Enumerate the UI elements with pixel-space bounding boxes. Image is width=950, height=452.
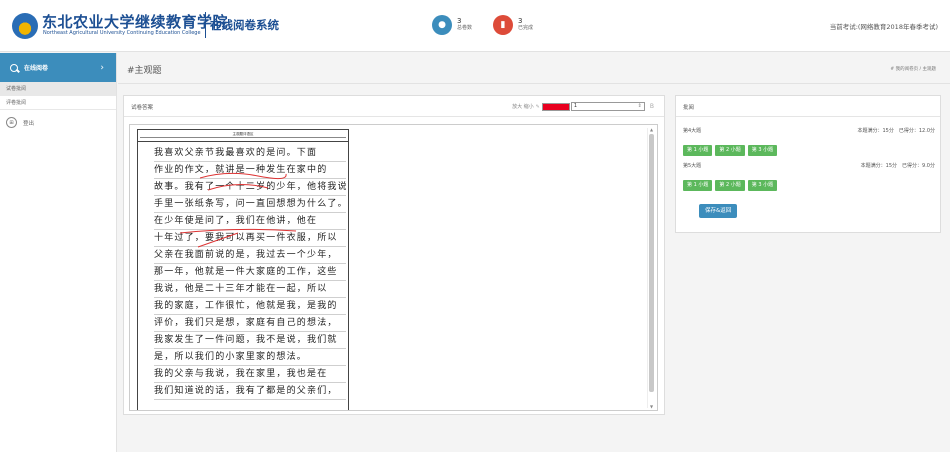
sub-question-button[interactable]: 第 2 小题 (715, 180, 745, 191)
logo-divider (205, 12, 206, 38)
answer-panel-header: 试卷答案 放大 缩小 ✎ 1 ⇕ B (124, 96, 664, 117)
handwriting-line: 那一年，他就是一件大家庭的工作，这些 (154, 265, 346, 281)
pen-size-value: 1 (573, 103, 578, 109)
pen-color-picker[interactable] (541, 102, 570, 111)
red-annotation-mark (179, 228, 297, 248)
search-icon (10, 63, 18, 72)
user-icon: ● (432, 15, 452, 35)
handwriting-line: 我说，他是二十三年才能在一起，所以 (154, 282, 346, 298)
bold-toggle[interactable]: B (650, 103, 654, 110)
question-score-summary: 本题满分：15分 已得分：9.0分 (860, 163, 935, 169)
logout-label: 登出 (23, 120, 35, 127)
stat-total-count: 3 (457, 17, 462, 25)
stat-done-count: 3 (518, 17, 523, 25)
answer-sheet-image: 主观题评语区 我喜欢父亲节我最喜欢的是问。下面 作业的作文，就讲是一种发生在家中… (137, 129, 349, 410)
handwriting-line: 我喜欢父亲节我最喜欢的是问。下面 (154, 146, 346, 162)
zoom-controls[interactable]: 放大 缩小 (512, 103, 534, 110)
question-row: 第4大题 本题满分：15分 已得分：12.0分 (683, 127, 935, 134)
scroll-down-icon[interactable]: ▼ (648, 404, 655, 409)
sheet-header: 主观题评语区 (138, 130, 348, 142)
question-row: 第5大题 本题满分：15分 已得分：9.0分 (683, 162, 935, 169)
current-exam: 当前考试:(网络教育2018年春季考试) (829, 23, 938, 31)
sidebar-item-grading-review[interactable]: 评卷批阅 (0, 96, 116, 110)
school-name-cn: 东北农业大学继续教育学院 (42, 13, 229, 31)
sub-question-button[interactable]: 第 3 小题 (747, 145, 778, 156)
system-title: 在线阅卷系统 (210, 18, 279, 32)
pen-size-input[interactable]: 1 ⇕ (570, 102, 645, 111)
top-header: 东北农业大学继续教育学院 Northeast Agricultural Univ… (0, 0, 950, 52)
logout-icon: ⊞ (6, 117, 17, 128)
stat-total-label: 总卷数 (457, 25, 473, 31)
sidebar-menu-toggle[interactable]: 在线阅卷 › (0, 53, 116, 82)
sidebar: 在线阅卷 › 试卷批阅 评卷批阅 ⊞ 登出 (0, 53, 117, 452)
sidebar-head-label: 在线阅卷 (24, 65, 49, 72)
answer-sheet-viewer[interactable]: 主观题评语区 我喜欢父亲节我最喜欢的是问。下面 作业的作文，就讲是一种发生在家中… (129, 124, 658, 411)
stat-done: ▮ 3 已完成 (493, 15, 533, 35)
scroll-thumb[interactable] (649, 134, 654, 392)
spinner-icon[interactable]: ⇕ (638, 103, 642, 110)
answer-panel-title: 试卷答案 (131, 105, 154, 111)
question-score-summary: 本题满分：15分 已得分：12.0分 (857, 128, 936, 134)
answer-scrollbar[interactable]: ▲ ▼ (647, 127, 655, 409)
handwriting-line: 评价，我们只是想，家庭有自己的想法， (154, 316, 346, 332)
pen-icon[interactable]: ✎ (536, 104, 540, 110)
handwriting-line: 我们知道说的话，我有了都是的父亲们， (154, 384, 346, 400)
sub-question-button[interactable]: 第 3 小题 (747, 180, 778, 191)
sub-question-buttons: 第 1 小题 第 2 小题 第 3 小题 (683, 145, 780, 156)
scoring-panel-title: 批阅 (683, 105, 695, 111)
sub-question-button[interactable]: 第 1 小题 (683, 145, 713, 156)
save-and-return-button[interactable]: 保存&返回 (699, 204, 738, 218)
sidebar-item-paper-review[interactable]: 试卷批阅 (0, 82, 116, 96)
question-name: 第5大题 (683, 163, 702, 169)
sub-question-buttons: 第 1 小题 第 2 小题 第 3 小题 (683, 180, 780, 191)
scoring-panel-header: 批阅 (676, 96, 940, 117)
scoring-panel: 批阅 第4大题 本题满分：15分 已得分：12.0分 第 1 小题 第 2 小题… (675, 95, 941, 233)
bar-chart-icon: ▮ (493, 15, 513, 35)
page-title: #主观题 (127, 66, 162, 76)
question-name: 第4大题 (683, 128, 702, 134)
sub-question-button[interactable]: 第 1 小题 (683, 180, 713, 191)
school-name-en: Northeast Agricultural University Contin… (43, 30, 201, 36)
handwriting-line: 是，所以我们的小家里家的想法。 (154, 350, 346, 366)
logout-button[interactable]: ⊞ 登出 (0, 110, 116, 128)
stat-done-label: 已完成 (518, 25, 534, 31)
red-annotation-mark (199, 172, 287, 191)
handwriting-line: 我的家庭，工作很忙，他就是我，是我的 (154, 299, 346, 315)
handwriting-line: 我家发生了一件问题，我不是说，我们就 (154, 333, 346, 349)
sub-question-button[interactable]: 第 2 小题 (715, 145, 745, 156)
page-header: #主观题 # 我的阅卷页 / 主观题 (118, 53, 950, 84)
scroll-up-icon[interactable]: ▲ (648, 127, 655, 132)
handwriting-line: 我的父亲与我说，我在家里，我也是在 (154, 367, 346, 383)
annotation-toolbar: 放大 缩小 ✎ 1 ⇕ B (512, 102, 654, 111)
stat-total: ● 3 总卷数 (432, 15, 472, 35)
breadcrumb[interactable]: # 我的阅卷页 / 主观题 (890, 66, 936, 72)
answer-panel: 试卷答案 放大 缩小 ✎ 1 ⇕ B 主观题评语区 我喜欢父亲节我最喜欢的是问。… (123, 95, 665, 415)
chevron-right-icon: › (100, 62, 104, 73)
handwriting-line: 手里一张纸条写，问一直回想想为什么了。 (154, 197, 346, 213)
university-logo-icon (12, 13, 38, 39)
